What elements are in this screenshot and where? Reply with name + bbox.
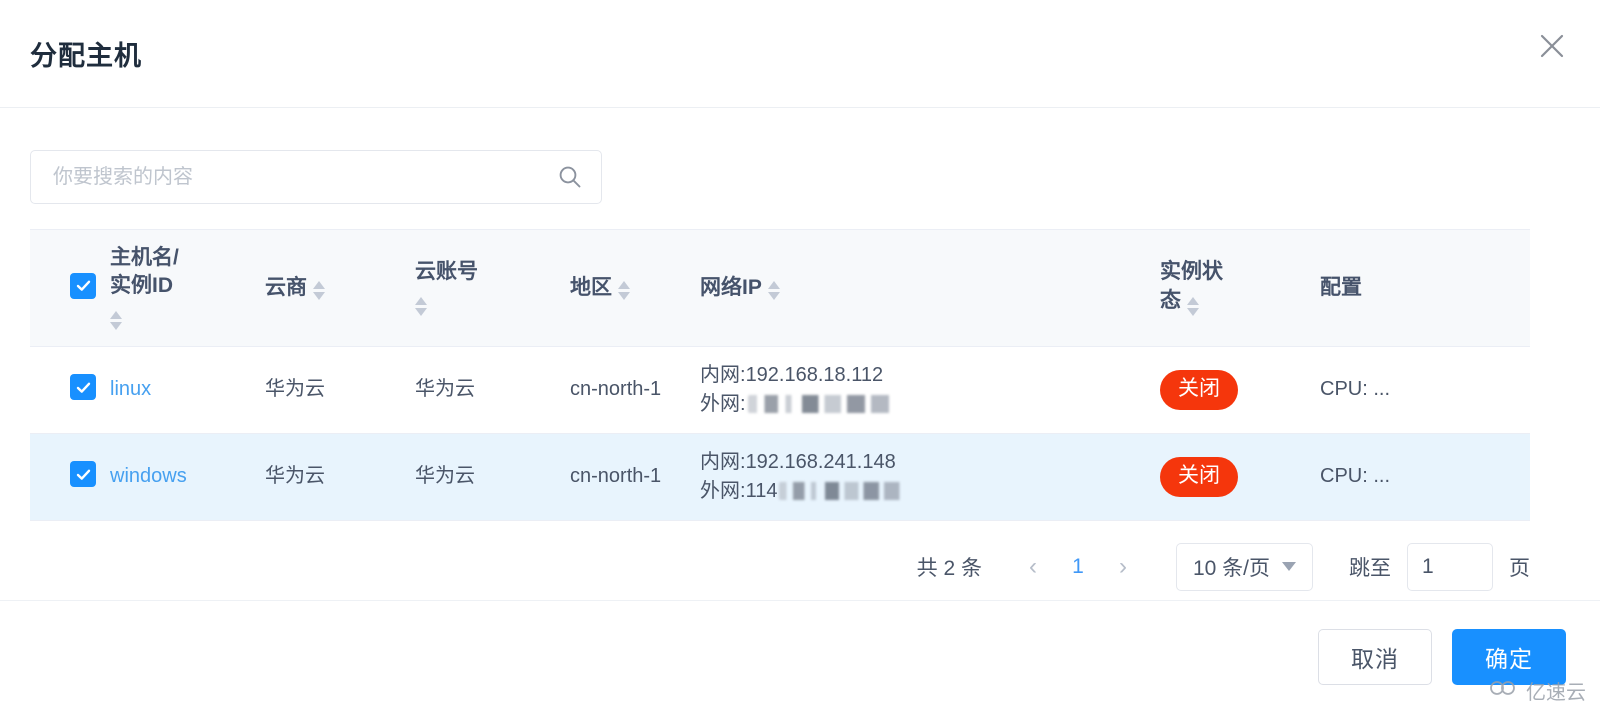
dialog-body: 主机名/ 实例ID 云商 bbox=[0, 108, 1600, 600]
external-ip-line: 外网:114 bbox=[700, 477, 1160, 506]
cell-vendor: 华为云 bbox=[265, 432, 415, 520]
column-header-status[interactable]: 实例状 态 bbox=[1160, 230, 1320, 346]
cell-network-ip: 内网:192.168.241.148 外网:114 bbox=[700, 432, 1160, 520]
cell-region: cn-north-1 bbox=[570, 432, 700, 520]
table-row[interactable]: windows 华为云 华为云 cn-north-1 内网:192.168.24… bbox=[30, 432, 1530, 520]
sort-toggle-ip[interactable] bbox=[767, 281, 780, 301]
host-table-wrapper: 主机名/ 实例ID 云商 云账号 地区 网络IP 实例状 态 配置 linux … bbox=[30, 229, 1530, 521]
external-ip-label: 外网: bbox=[700, 392, 746, 415]
pagination-page-1[interactable]: 1 bbox=[1058, 555, 1098, 579]
column-header-status-line1: 实例状 bbox=[1160, 260, 1223, 284]
redacted-ip-mask bbox=[779, 481, 908, 500]
sort-toggle-hostname[interactable] bbox=[110, 310, 122, 330]
select-all-checkbox[interactable] bbox=[70, 272, 96, 299]
table-body: linux 华为云 华为云 cn-north-1 内网:192.168.18.1… bbox=[30, 345, 1530, 520]
status-badge: 关闭 bbox=[1160, 456, 1238, 497]
table-header-row: 主机名/ 实例ID 云商 云账号 地区 网络IP 实例状 态 配置 bbox=[30, 230, 1530, 347]
host-table: 主机名/ 实例ID 云商 云账号 地区 网络IP 实例状 态 配置 linux … bbox=[30, 230, 1530, 520]
internal-ip-line: 内网:192.168.241.148 bbox=[700, 448, 1160, 477]
cell-hostname: windows bbox=[110, 432, 265, 520]
internal-ip-line: 内网:192.168.18.112 bbox=[700, 361, 1160, 390]
row-checkbox[interactable] bbox=[70, 374, 96, 401]
jump-to-unit: 页 bbox=[1509, 556, 1530, 580]
table-head: 主机名/ 实例ID 云商 云账号 地区 网络IP 实例状 态 配置 bbox=[30, 230, 1530, 347]
column-header-status-line2: 态 bbox=[1160, 288, 1181, 312]
page-title: 分配主机 bbox=[30, 41, 142, 71]
external-ip-value: 114 bbox=[745, 479, 778, 502]
cell-account: 华为云 bbox=[415, 345, 570, 434]
column-header-hostname-line2: 实例ID bbox=[110, 274, 173, 298]
close-button[interactable] bbox=[1532, 26, 1572, 66]
chevron-down-icon bbox=[1282, 562, 1296, 572]
sort-toggle-account[interactable] bbox=[415, 296, 427, 316]
external-ip-label: 外网: bbox=[700, 479, 746, 502]
pagination-total: 共 2 条 bbox=[916, 556, 982, 580]
search-icon[interactable] bbox=[557, 164, 583, 190]
jump-to-label: 跳至 bbox=[1349, 556, 1391, 580]
chevron-left-icon[interactable]: ‹ bbox=[1016, 550, 1050, 584]
column-header-region[interactable]: 地区 bbox=[570, 230, 700, 346]
chevron-right-icon[interactable]: › bbox=[1106, 550, 1140, 584]
column-header-account-label: 云账号 bbox=[415, 260, 478, 284]
host-link[interactable]: linux bbox=[110, 378, 151, 400]
page-size-label: 10 条/页 bbox=[1192, 556, 1270, 580]
dialog-footer: 取消 确定 bbox=[0, 600, 1600, 713]
page-size-select[interactable]: 10 条/页 bbox=[1175, 542, 1313, 591]
cell-region: cn-north-1 bbox=[570, 345, 700, 434]
cell-status: 关闭 bbox=[1160, 432, 1320, 520]
confirm-button[interactable]: 确定 bbox=[1452, 629, 1566, 685]
search-input[interactable] bbox=[51, 164, 557, 190]
table-row[interactable]: linux 华为云 华为云 cn-north-1 内网:192.168.18.1… bbox=[30, 345, 1530, 434]
column-header-spec-label: 配置 bbox=[1320, 275, 1362, 299]
cell-account: 华为云 bbox=[415, 432, 570, 520]
column-header-select bbox=[30, 230, 110, 346]
internal-ip-value: 192.168.18.112 bbox=[745, 363, 884, 386]
row-checkbox[interactable] bbox=[70, 461, 96, 488]
cell-vendor: 华为云 bbox=[265, 345, 415, 434]
close-icon bbox=[1537, 31, 1567, 61]
internal-ip-label: 内网: bbox=[700, 450, 746, 473]
column-header-vendor[interactable]: 云商 bbox=[265, 230, 415, 346]
status-badge: 关闭 bbox=[1160, 369, 1238, 410]
host-link[interactable]: windows bbox=[110, 465, 187, 487]
cancel-button[interactable]: 取消 bbox=[1318, 629, 1432, 685]
sort-toggle-status[interactable] bbox=[1186, 296, 1199, 316]
row-select-cell bbox=[30, 432, 110, 520]
column-header-spec: 配置 bbox=[1320, 230, 1530, 346]
column-header-hostname-line1: 主机名/ bbox=[110, 246, 179, 269]
jump-to-input[interactable] bbox=[1407, 542, 1493, 591]
cell-network-ip: 内网:192.168.18.112 外网: bbox=[700, 345, 1160, 434]
row-select-cell bbox=[30, 345, 110, 434]
dialog-header: 分配主机 bbox=[0, 0, 1600, 108]
cell-spec: CPU: ... bbox=[1320, 432, 1530, 520]
cell-hostname: linux bbox=[110, 345, 265, 434]
redacted-ip-mask bbox=[747, 394, 898, 413]
internal-ip-label: 内网: bbox=[700, 363, 746, 386]
column-header-account[interactable]: 云账号 bbox=[415, 230, 570, 346]
search-box[interactable] bbox=[30, 150, 602, 204]
column-header-ip[interactable]: 网络IP bbox=[700, 230, 1160, 346]
cell-spec: CPU: ... bbox=[1320, 345, 1530, 434]
external-ip-line: 外网: bbox=[700, 390, 1160, 419]
column-header-vendor-label: 云商 bbox=[265, 275, 307, 299]
column-header-region-label: 地区 bbox=[570, 275, 612, 299]
internal-ip-value: 192.168.241.148 bbox=[745, 450, 896, 473]
assign-host-dialog: 分配主机 你要搜索的内容 主机名/ 实例ID 云商 云账号 地区 网络IP 实例… bbox=[0, 0, 1600, 713]
cell-status: 关闭 bbox=[1160, 345, 1320, 434]
column-header-hostname[interactable]: 主机名/ 实例ID bbox=[110, 230, 265, 346]
sort-toggle-region[interactable] bbox=[618, 281, 630, 301]
pagination: 共 2 条 ‹ 1 › 10 条/页 跳至 页 bbox=[30, 542, 1530, 591]
sort-toggle-vendor[interactable] bbox=[313, 281, 325, 301]
column-header-ip-label: 网络IP bbox=[700, 275, 762, 299]
